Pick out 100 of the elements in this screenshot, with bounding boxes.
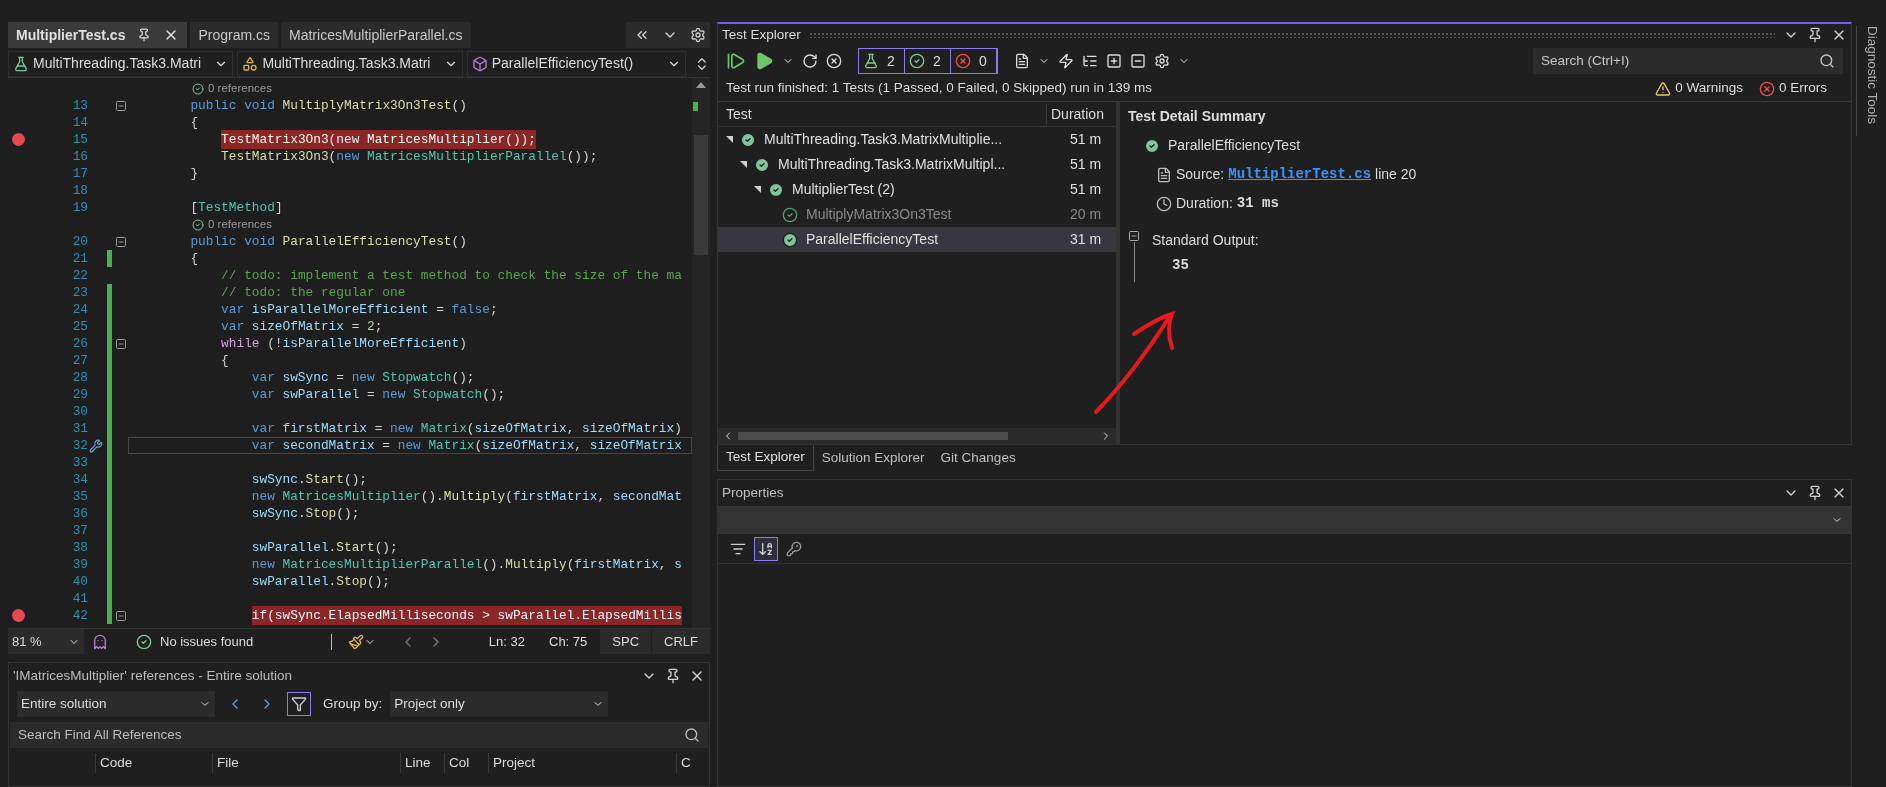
- zoom-dropdown[interactable]: 81 %: [8, 629, 84, 654]
- code-line: {: [221, 351, 229, 370]
- panel-tab[interactable]: Test Explorer: [717, 445, 814, 471]
- panel-tab[interactable]: Git Changes: [932, 445, 1024, 471]
- scrollbar[interactable]: [692, 78, 710, 628]
- whitespace-mode[interactable]: SPC: [599, 629, 652, 654]
- brush-icon[interactable]: [348, 633, 365, 650]
- filter-button[interactable]: [287, 692, 311, 716]
- wrench-icon[interactable]: [89, 438, 103, 453]
- column-position[interactable]: Ch: 75: [549, 631, 588, 652]
- column-header[interactable]: Col: [444, 752, 488, 774]
- code-line: // todo: the regular one: [221, 283, 406, 302]
- errors-count[interactable]: 0 Errors: [1779, 78, 1827, 99]
- search-field[interactable]: Search Find All References: [10, 722, 708, 748]
- code-line: var sizeOfMatrix = 2;: [221, 317, 383, 336]
- line-ending-mode[interactable]: CRLF: [651, 629, 710, 654]
- group-by-dropdown[interactable]: Project only: [390, 691, 609, 717]
- pin-icon[interactable]: [137, 28, 152, 42]
- line-number: 26: [71, 334, 88, 353]
- playlist-icon[interactable]: [1014, 53, 1030, 69]
- code-line: }: [190, 164, 199, 183]
- line-number: 32: [71, 436, 88, 455]
- test-row[interactable]: ParallelEfficiencyTest 31 m: [718, 227, 1116, 252]
- line-number: 28: [71, 368, 88, 387]
- line-number: 13: [71, 96, 88, 115]
- column-header[interactable]: File: [212, 752, 400, 774]
- flask-icon: [13, 55, 29, 72]
- side-tab[interactable]: Diagnostic Tools: [1856, 26, 1882, 136]
- expand-all-icon[interactable]: [1106, 53, 1122, 69]
- count-filter-button[interactable]: 2: [905, 49, 951, 73]
- collapse-icon[interactable]: [115, 337, 127, 350]
- run-icon[interactable]: [754, 51, 774, 71]
- references-count[interactable]: 0 references: [208, 79, 272, 98]
- issues-status[interactable]: No issues found: [160, 631, 254, 652]
- test-row[interactable]: MultiplierTest (2) 51 m: [718, 177, 1116, 202]
- column-header[interactable]: Line: [400, 752, 444, 774]
- collapse-icon[interactable]: [115, 235, 127, 248]
- line-number: 33: [71, 453, 88, 472]
- check-icon: [740, 131, 756, 148]
- settings-icon[interactable]: [690, 27, 706, 43]
- test-row[interactable]: MultiThreading.Task3.MatrixMultipl... 51 m: [718, 152, 1116, 177]
- count-filter-button[interactable]: 2: [859, 49, 905, 73]
- ghost-icon[interactable]: [92, 633, 108, 650]
- code-line: var secondMatrix = new Matrix(sizeOfMatrix, sizeOfMatrix: [251, 436, 682, 455]
- line-number: 16: [71, 147, 88, 166]
- panel-title: 'IMatricesMultiplier' references - Entire solution: [13, 666, 292, 685]
- editor-tab[interactable]: MatricesMultiplierParallel.cs: [281, 22, 471, 48]
- collapse-icon[interactable]: [1128, 230, 1140, 242]
- error-icon: [1759, 80, 1775, 97]
- navigation-dropdown[interactable]: MultiThreading.Task3.Matri: [237, 50, 463, 77]
- check-icon: [192, 218, 204, 231]
- line-position[interactable]: Ln: 32: [488, 631, 525, 652]
- repeat-icon[interactable]: [802, 53, 818, 69]
- collapse-icon[interactable]: [115, 99, 127, 112]
- pin-icon[interactable]: [665, 668, 681, 684]
- code-line: {: [190, 249, 199, 268]
- scope-dropdown[interactable]: Entire solution: [17, 691, 215, 717]
- expand-icon[interactable]: [726, 136, 733, 143]
- cancel-icon[interactable]: [826, 53, 842, 69]
- collapse-icon[interactable]: [115, 609, 127, 622]
- navigation-dropdown[interactable]: MultiThreading.Task3.Matri: [8, 50, 234, 77]
- settings-icon[interactable]: [1154, 53, 1170, 69]
- code-line: swParallel.Start();: [251, 538, 398, 557]
- code-line: var swParallel = new Stopwatch();: [251, 385, 506, 404]
- column-header[interactable]: Duration: [1046, 103, 1116, 125]
- line-number: 29: [71, 385, 88, 404]
- source-label: Source:: [1176, 165, 1225, 184]
- panel-tab[interactable]: Solution Explorer: [813, 445, 933, 471]
- run-all-icon[interactable]: [726, 51, 746, 71]
- horizontal-scrollbar[interactable]: [718, 428, 1116, 444]
- column-header[interactable]: C: [676, 752, 709, 774]
- breakpoint-icon[interactable]: [11, 133, 25, 146]
- line-number: 40: [71, 572, 88, 591]
- source-link[interactable]: MultiplierTest.cs: [1228, 164, 1372, 185]
- warnings-count[interactable]: 0 Warnings: [1675, 78, 1743, 99]
- column-header[interactable]: Test: [718, 103, 1046, 125]
- search-field[interactable]: Search (Ctrl+I): [1533, 48, 1843, 74]
- line-number: 38: [71, 538, 88, 557]
- editor-tab[interactable]: Program.cs: [190, 22, 278, 48]
- editor-tab[interactable]: MultiplierTest.cs: [8, 22, 188, 48]
- alphabetical-button[interactable]: [754, 536, 778, 561]
- code-line: var swSync = new Stopwatch();: [251, 368, 475, 387]
- expand-icon[interactable]: [754, 186, 761, 193]
- references-count[interactable]: 0 references: [208, 215, 272, 234]
- expand-icon[interactable]: [740, 161, 747, 168]
- pin-icon[interactable]: [1807, 485, 1823, 501]
- collapse-all-icon[interactable]: [1130, 53, 1146, 69]
- navigation-dropdown[interactable]: ParallelEfficiencyTest(): [466, 50, 687, 77]
- lightning-icon[interactable]: [1058, 53, 1074, 69]
- sort-icon: [758, 540, 774, 557]
- line-number: 39: [71, 555, 88, 574]
- pin-icon[interactable]: [1807, 27, 1823, 43]
- column-header[interactable]: Project: [488, 752, 676, 774]
- line-number: 27: [71, 351, 88, 370]
- test-row[interactable]: MultiplyMatrix3On3Test 20 m: [718, 202, 1116, 227]
- hierarchy-icon[interactable]: [1082, 53, 1098, 69]
- breakpoint-icon[interactable]: [11, 609, 25, 622]
- column-header[interactable]: Code: [95, 752, 212, 774]
- count-filter-button[interactable]: 0: [951, 49, 997, 73]
- test-row[interactable]: MultiThreading.Task3.MatrixMultiplie... 51 m: [718, 127, 1116, 152]
